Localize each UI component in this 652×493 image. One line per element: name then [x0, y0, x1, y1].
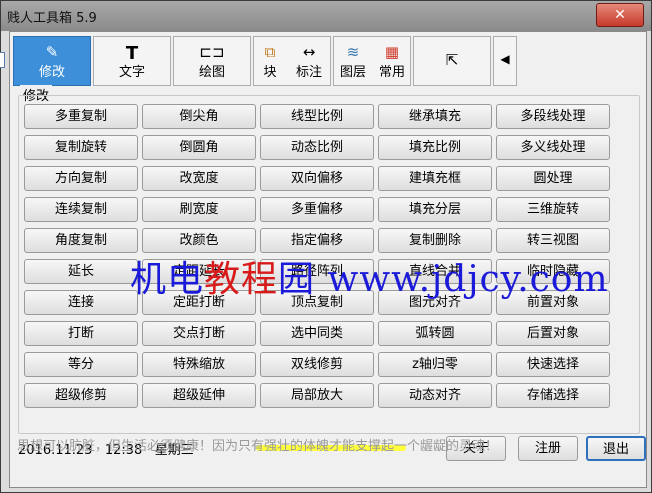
- tab-dimension-label: 标注: [295, 65, 322, 80]
- option-checkbox[interactable]: ✓: [0, 52, 5, 68]
- pencil-icon: ✎: [45, 43, 59, 61]
- watermark-left: 机电: [130, 259, 205, 300]
- tab-text-label: 文字: [118, 65, 145, 80]
- command-button[interactable]: 后置对象: [496, 321, 610, 346]
- tab-draw-label: 绘图: [198, 65, 225, 80]
- command-button[interactable]: 圆处理: [496, 166, 610, 191]
- block-icon: ⧉: [264, 43, 276, 61]
- command-button[interactable]: 三维旋转: [496, 197, 610, 222]
- main-panel: ✎ 修改 T 文字 ⊏⊐ 绘图 ⧉ 块 ↔ 标注 ≋ 图层 ▦ 常用 ⇱ ◀ 修…: [0, 31, 647, 488]
- tab-layer-common: ≋ 图层 ▦ 常用: [333, 36, 411, 86]
- command-button[interactable]: 多段线处理: [496, 104, 610, 129]
- command-button[interactable]: 双线修剪: [260, 352, 374, 377]
- command-button[interactable]: 交点打断: [142, 321, 256, 346]
- tab-layer-label: 图层: [339, 65, 366, 80]
- command-button[interactable]: 改宽度: [142, 166, 256, 191]
- tab-modify[interactable]: ✎ 修改: [13, 36, 91, 86]
- command-button[interactable]: 存储选择: [496, 383, 610, 408]
- tab-text[interactable]: T 文字: [93, 36, 171, 86]
- command-button[interactable]: 建填充框: [378, 166, 492, 191]
- dimension-icon: ↔: [302, 43, 316, 61]
- command-button[interactable]: 线型比例: [260, 104, 374, 129]
- watermark-tail: 园: [278, 259, 316, 300]
- register-button[interactable]: 注册: [518, 436, 578, 461]
- command-button[interactable]: z轴归零: [378, 352, 492, 377]
- command-button[interactable]: 复制旋转: [24, 135, 138, 160]
- command-button[interactable]: 特殊缩放: [142, 352, 256, 377]
- left-arrow-icon: ◀: [500, 52, 510, 66]
- command-button[interactable]: 连续复制: [24, 197, 138, 222]
- tab-block-label: 块: [263, 65, 277, 80]
- command-button[interactable]: 超级延伸: [142, 383, 256, 408]
- prev-button[interactable]: ◀: [493, 36, 517, 86]
- command-button[interactable]: 快速选择: [496, 352, 610, 377]
- command-button[interactable]: 多义线处理: [496, 135, 610, 160]
- command-button[interactable]: 选中同类: [260, 321, 374, 346]
- motto-text: 思想可以肮脏，但生活必须健康！因为只有强壮的体魄才能支撑起一个龌龊的灵魂！: [17, 439, 499, 454]
- app-window: 贱人工具箱 5.9 ✕ ✎ 修改 T 文字 ⊏⊐ 绘图 ⧉ 块 ↔ 标注 ≋ 图…: [0, 0, 652, 493]
- command-button[interactable]: 方向复制: [24, 166, 138, 191]
- command-button[interactable]: 动态比例: [260, 135, 374, 160]
- tab-modify-label: 修改: [38, 65, 65, 80]
- tab-layer[interactable]: ≋ 图层: [334, 37, 372, 85]
- close-button[interactable]: ✕: [596, 3, 644, 27]
- command-button[interactable]: 填充比例: [378, 135, 492, 160]
- tab-block[interactable]: ⧉ 块: [254, 37, 286, 85]
- tab-dimension[interactable]: ↔ 标注: [286, 37, 332, 85]
- watermark: 机电教程园 www.jdjcy.com: [130, 250, 609, 302]
- common-icon: ▦: [384, 43, 400, 61]
- command-button[interactable]: 倒尖角: [142, 104, 256, 129]
- command-button[interactable]: 连接: [24, 290, 138, 315]
- tab-draw[interactable]: ⊏⊐ 绘图: [173, 36, 251, 86]
- command-button[interactable]: 延长: [24, 259, 138, 284]
- command-button[interactable]: 刷宽度: [142, 197, 256, 222]
- checkmark-icon: ✓: [0, 53, 2, 66]
- tab-block-dim: ⧉ 块 ↔ 标注: [253, 36, 331, 86]
- window-title: 贱人工具箱 5.9: [7, 11, 97, 26]
- command-button[interactable]: 动态对齐: [378, 383, 492, 408]
- watermark-url: www.jdjcy.com: [327, 259, 609, 300]
- command-button[interactable]: 继承填充: [378, 104, 492, 129]
- command-button[interactable]: 多重偏移: [260, 197, 374, 222]
- layer-icon: ≋: [346, 43, 360, 61]
- tab-common-label: 常用: [378, 65, 405, 80]
- tab-common[interactable]: ▦ 常用: [372, 37, 412, 85]
- draw-icon: ⊏⊐: [199, 43, 225, 61]
- command-button[interactable]: 倒圆角: [142, 135, 256, 160]
- command-button[interactable]: 等分: [24, 352, 138, 377]
- command-button[interactable]: 打断: [24, 321, 138, 346]
- expand-button[interactable]: ⇱: [413, 36, 491, 86]
- command-button[interactable]: 角度复制: [24, 228, 138, 253]
- command-button[interactable]: 双向偏移: [260, 166, 374, 191]
- command-button[interactable]: 局部放大: [260, 383, 374, 408]
- command-button[interactable]: 填充分层: [378, 197, 492, 222]
- command-button[interactable]: 多重复制: [24, 104, 138, 129]
- title-bar[interactable]: 贱人工具箱 5.9 ✕: [1, 1, 651, 31]
- exit-button[interactable]: 退出: [586, 436, 646, 461]
- expand-icon: ⇱: [445, 51, 459, 69]
- command-button[interactable]: 弧转圆: [378, 321, 492, 346]
- watermark-mid: 教程: [204, 259, 279, 300]
- command-button[interactable]: 超级修剪: [24, 383, 138, 408]
